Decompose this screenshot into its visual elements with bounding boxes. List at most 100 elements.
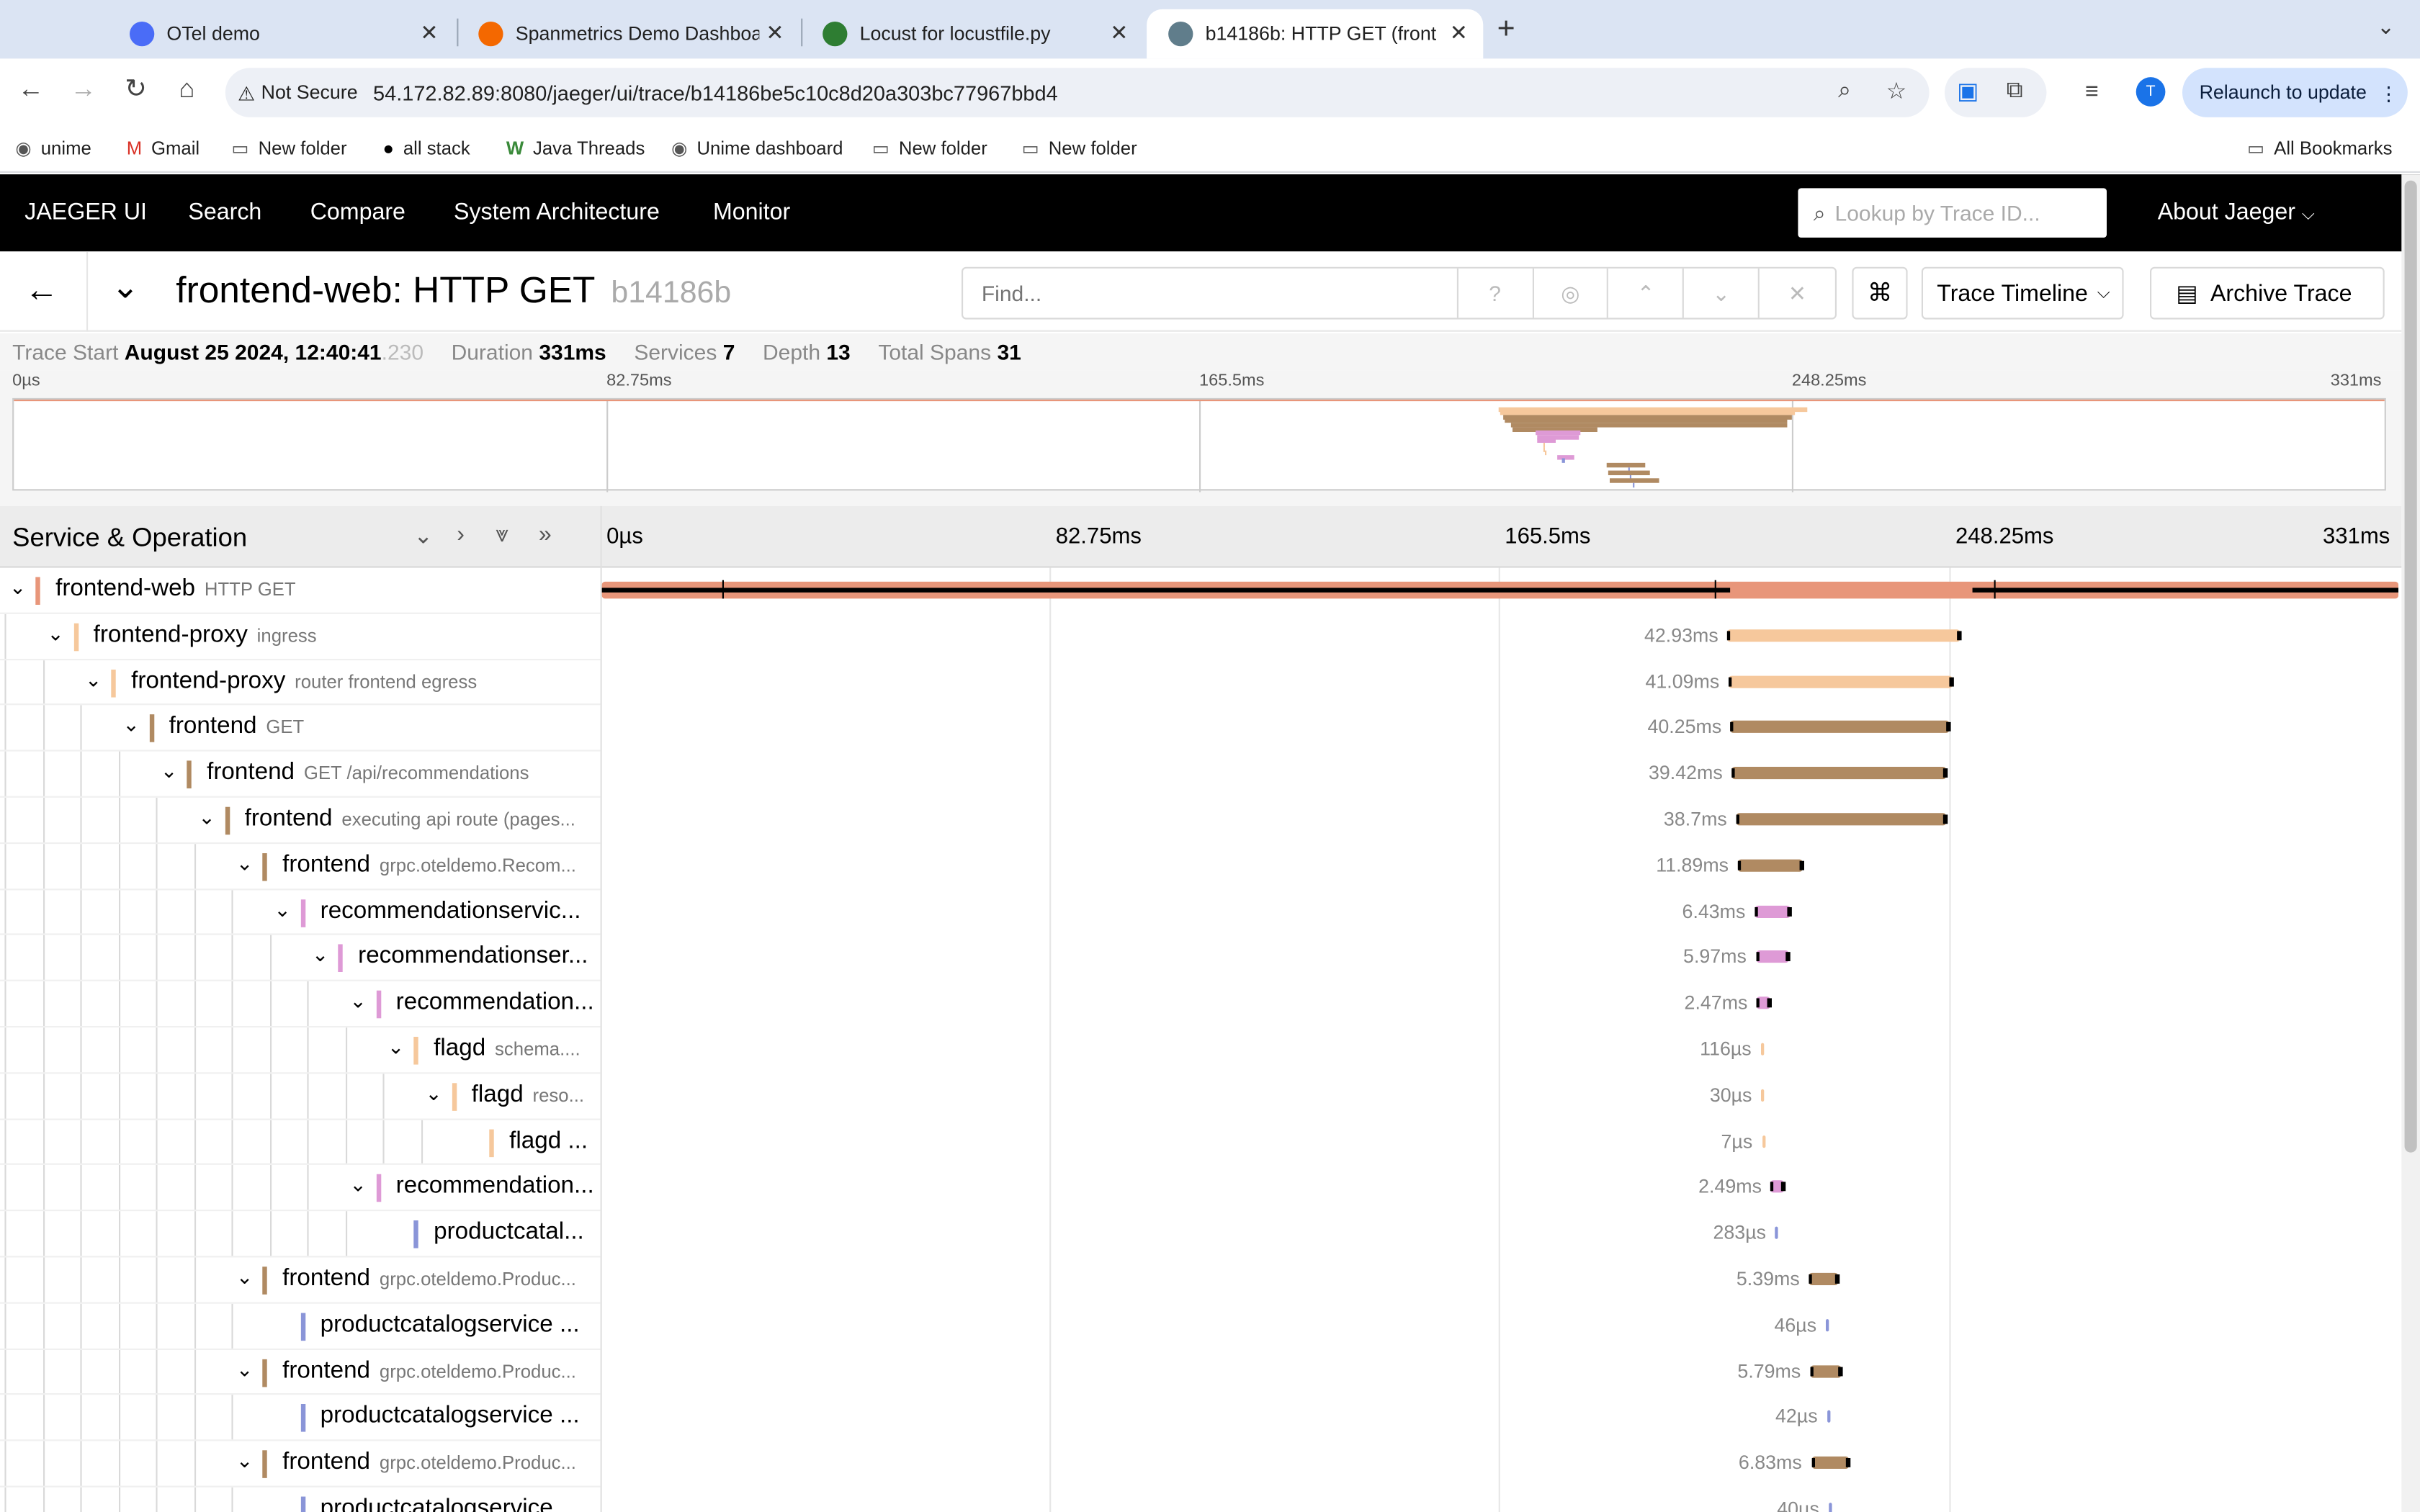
back-arrow-icon[interactable]: ← xyxy=(24,270,58,310)
browser-tab-jaeger[interactable]: b14186b: HTTP GET (frontend) ✕ xyxy=(1147,9,1484,59)
span-label-cell[interactable]: productcatalogservice ... xyxy=(0,1395,601,1441)
span-service-name[interactable]: frontend grpc.oteldemo.Recom... xyxy=(282,851,576,879)
home-icon[interactable]: ⌂ xyxy=(169,74,205,105)
span-toggle-chevron-icon[interactable]: ⌄ xyxy=(236,1449,253,1474)
span-label-cell[interactable]: ⌄ frontend grpc.oteldemo.Produc... xyxy=(0,1257,601,1304)
span-toggle-chevron-icon[interactable]: ⌄ xyxy=(47,621,63,646)
clear-icon[interactable]: ✕ xyxy=(1760,269,1835,318)
security-indicator[interactable]: ⚠ Not Secure xyxy=(238,81,373,104)
bookmark-folder[interactable]: ▭ New folder xyxy=(1022,138,1137,159)
span-toggle-chevron-icon[interactable]: ⌄ xyxy=(161,760,177,784)
page-scrollbar[interactable] xyxy=(2401,174,2420,1512)
span-duration-bar[interactable] xyxy=(1737,859,1803,872)
span-toggle-chevron-icon[interactable]: ⌄ xyxy=(198,806,215,830)
archive-trace-button[interactable]: ▤ Archive Trace xyxy=(2150,266,2385,320)
span-service-name[interactable]: frontend-proxy ingress xyxy=(94,621,317,649)
span-duration-bar[interactable] xyxy=(1727,629,1961,642)
span-service-name[interactable]: frontend grpc.oteldemo.Produc... xyxy=(282,1357,576,1385)
span-service-name[interactable]: flagd ... xyxy=(509,1128,597,1156)
about-jaeger-menu[interactable]: About Jaeger ⌵ xyxy=(2158,199,2315,225)
span-service-name[interactable]: frontend-proxy router frontend egress xyxy=(131,667,477,696)
span-service-name[interactable]: productcatalogservice ... xyxy=(321,1311,589,1339)
span-service-name[interactable]: recommendationser... xyxy=(358,943,597,971)
span-label-cell[interactable]: ⌄ flagd reso... xyxy=(0,1073,601,1120)
collapse-chevron-icon[interactable]: ⌄ xyxy=(111,267,140,307)
span-service-name[interactable]: frontend GET xyxy=(169,714,305,742)
trace-id-lookup-input[interactable]: ⌕ Lookup by Trace ID... xyxy=(1798,188,2107,238)
bookmark-all-stack[interactable]: ● all stack xyxy=(382,138,470,159)
span-toggle-chevron-icon[interactable]: ⌄ xyxy=(122,714,139,738)
span-duration-bar[interactable] xyxy=(1762,1135,1765,1148)
profile-avatar[interactable]: T xyxy=(2136,77,2166,107)
span-label-cell[interactable]: ⌄ frontend-proxy router frontend egress xyxy=(0,660,601,706)
span-row[interactable]: flagd ... 7µs xyxy=(0,1119,2401,1166)
span-service-name[interactable]: recommendationservic... xyxy=(321,897,591,925)
back-arrow-icon[interactable]: ← xyxy=(12,74,49,105)
span-row[interactable]: ⌄ recommendation... 2.47ms xyxy=(0,981,2401,1028)
span-label-cell[interactable]: ⌄ frontend-web HTTP GET xyxy=(0,568,601,614)
span-label-cell[interactable]: ⌄ flagd schema.... xyxy=(0,1027,601,1074)
span-service-name[interactable]: frontend executing api route (pages... xyxy=(245,806,575,834)
tab-search-chevron-icon[interactable]: ⌄ xyxy=(2377,14,2395,40)
span-row[interactable]: ⌄ frontend grpc.oteldemo.Produc... 5.79ms xyxy=(0,1349,2401,1395)
span-duration-bar[interactable] xyxy=(1761,1089,1765,1102)
span-duration-bar[interactable] xyxy=(1810,1364,1842,1377)
span-label-cell[interactable]: ⌄ recommendation... xyxy=(0,981,601,1028)
span-service-name[interactable]: frontend-web HTTP GET xyxy=(55,575,295,603)
new-tab-icon[interactable]: + xyxy=(1497,12,1515,48)
address-bar[interactable]: ⚠ Not Secure 54.172.82.89:8080/jaeger/ui… xyxy=(225,68,1930,117)
expand-one-icon[interactable]: › xyxy=(457,521,465,547)
span-toggle-chevron-icon[interactable]: ⌄ xyxy=(236,1265,253,1290)
span-label-cell[interactable]: ⌄ frontend-proxy ingress xyxy=(0,613,601,660)
bookmark-java-threads[interactable]: W Java Threads xyxy=(506,138,645,159)
span-duration-bar[interactable] xyxy=(1828,1503,1832,1512)
all-bookmarks[interactable]: ▭ All Bookmarks xyxy=(2247,138,2392,159)
span-label-cell[interactable]: productcatalogservice ... xyxy=(0,1487,601,1512)
span-toggle-chevron-icon[interactable]: ⌄ xyxy=(387,1035,404,1060)
span-row[interactable]: ⌄ frontend-proxy ingress 42.93ms xyxy=(0,613,2401,660)
forward-arrow-icon[interactable]: → xyxy=(65,74,102,105)
span-row[interactable]: ⌄ frontend grpc.oteldemo.Produc... 6.83ms xyxy=(0,1441,2401,1488)
span-duration-bar[interactable] xyxy=(1811,1457,1849,1470)
span-row[interactable]: ⌄ frontend grpc.oteldemo.Recom... 11.89ms xyxy=(0,843,2401,890)
span-label-cell[interactable]: ⌄ frontend GET xyxy=(0,706,601,752)
span-duration-bar[interactable] xyxy=(1731,767,1946,780)
span-duration-bar[interactable] xyxy=(1731,721,1950,734)
bookmark-folder[interactable]: ▭ New folder xyxy=(231,138,346,159)
zoom-icon[interactable]: ⌕ xyxy=(1838,77,1851,103)
span-duration-bar[interactable] xyxy=(1775,1226,1779,1240)
span-duration-bar[interactable] xyxy=(1755,950,1788,963)
span-service-name[interactable]: frontend grpc.oteldemo.Produc... xyxy=(282,1265,576,1293)
prev-match-icon[interactable]: ⌃ xyxy=(1609,268,1685,318)
url-text[interactable]: 54.172.82.89:8080/jaeger/ui/trace/b14186… xyxy=(373,81,1058,104)
trace-minimap[interactable]: 0µs 82.75ms 165.5ms 248.25ms 331ms xyxy=(0,370,2402,506)
reload-icon[interactable]: ↻ xyxy=(117,74,154,105)
span-service-name[interactable]: flagd reso... xyxy=(472,1081,584,1110)
find-input[interactable] xyxy=(963,268,1458,318)
span-toggle-chevron-icon[interactable]: ⌄ xyxy=(312,943,328,968)
span-duration-bar[interactable] xyxy=(1827,1410,1830,1423)
bookmark-gmail[interactable]: M Gmail xyxy=(127,138,200,159)
browser-tab-spanmetrics[interactable]: Spanmetrics Demo Dashboard ✕ xyxy=(457,9,799,59)
span-toggle-chevron-icon[interactable]: ⌄ xyxy=(85,667,102,692)
span-service-name[interactable]: recommendation... xyxy=(396,989,601,1017)
span-label-cell[interactable]: ⌄ frontend grpc.oteldemo.Produc... xyxy=(0,1349,601,1395)
span-row[interactable]: productcatalogservice ... 42µs xyxy=(0,1395,2401,1441)
span-row[interactable]: productcatalogservice ... 40µs xyxy=(0,1487,2401,1512)
nav-system-architecture[interactable]: System Architecture xyxy=(454,199,660,225)
span-label-cell[interactable]: ⌄ frontend GET /api/recommendations xyxy=(0,751,601,798)
span-row[interactable]: ⌄ frontend grpc.oteldemo.Produc... 5.39ms xyxy=(0,1257,2401,1304)
close-tab-icon[interactable]: ✕ xyxy=(766,20,784,46)
span-row[interactable]: ⌄ recommendation... 2.49ms xyxy=(0,1165,2401,1212)
span-row[interactable]: ⌄ recommendationser... 5.97ms xyxy=(0,935,2401,982)
span-duration-bar[interactable] xyxy=(1825,1318,1829,1331)
span-row[interactable]: ⌄ recommendationservic... 6.43ms xyxy=(0,889,2401,936)
relaunch-button[interactable]: Relaunch to update ⋮ xyxy=(2182,68,2408,117)
bookmark-unime-dashboard[interactable]: ◉ Unime dashboard xyxy=(671,138,843,159)
bookmark-unime[interactable]: ◉ unime xyxy=(15,138,91,159)
span-service-name[interactable]: productcatalogservice ... xyxy=(321,1403,589,1431)
browser-tab-locust[interactable]: Locust for locustfile.py ✕ xyxy=(801,9,1144,59)
span-row[interactable]: ⌄ frontend executing api route (pages... 38… xyxy=(0,797,2401,844)
span-row[interactable]: ⌄ frontend GET 40.25ms xyxy=(0,706,2401,752)
span-label-cell[interactable]: ⌄ frontend grpc.oteldemo.Produc... xyxy=(0,1441,601,1488)
